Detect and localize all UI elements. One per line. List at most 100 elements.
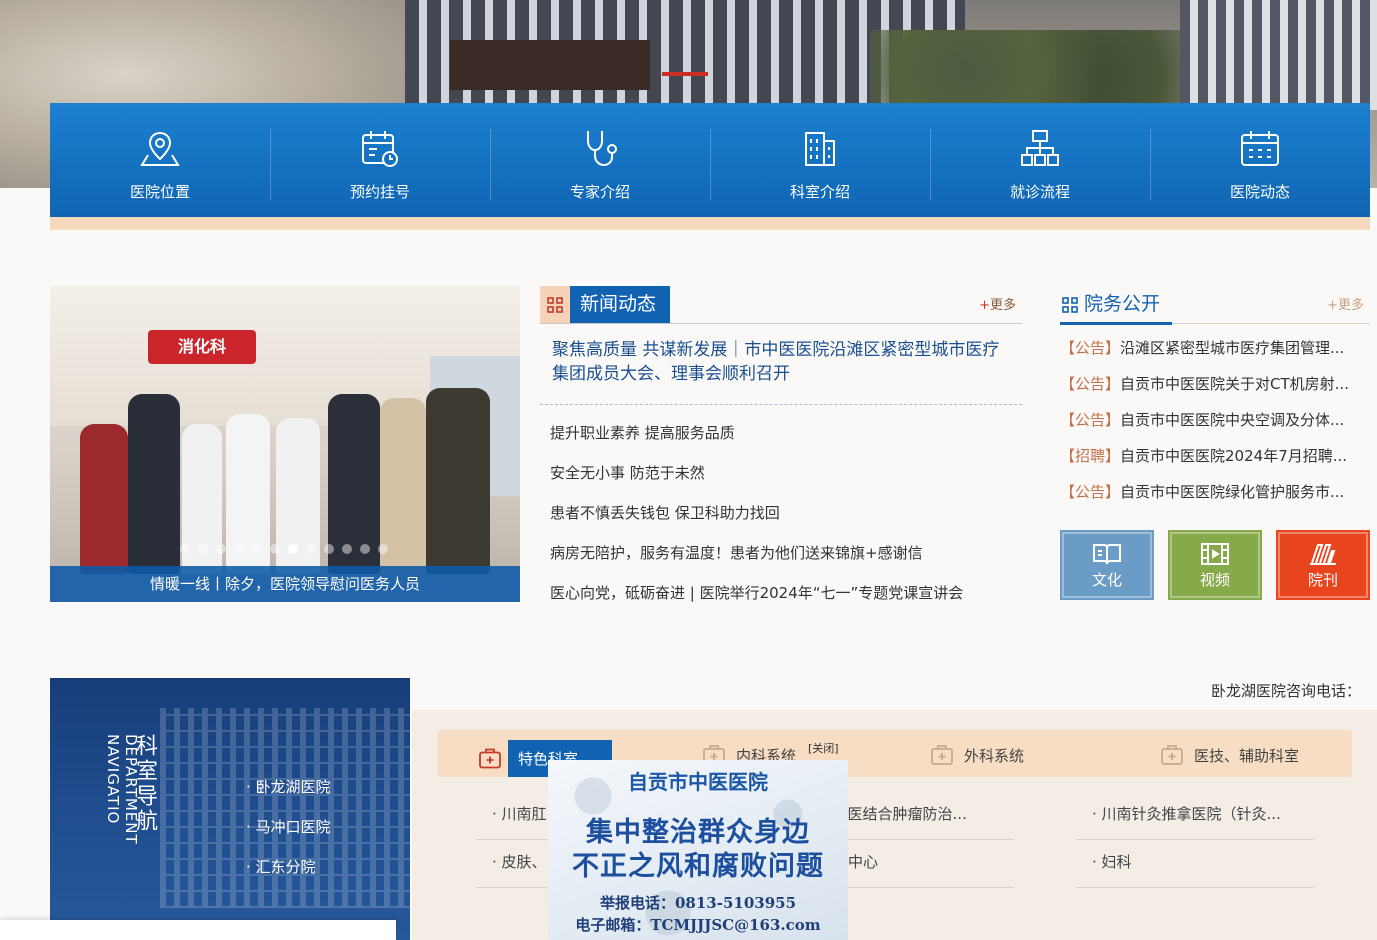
flowchart-icon <box>1021 130 1059 166</box>
tab-medical-technology[interactable]: 医技、辅助科室 <box>1160 740 1299 770</box>
notice-item[interactable]: 【公告】自贡市中医医院绿化管护服务市... <box>1060 474 1370 510</box>
quicknav-experts[interactable]: 专家介绍 <box>490 103 710 217</box>
quicknav-label: 科室介绍 <box>789 183 850 201</box>
film-icon <box>1201 542 1229 565</box>
tab-label: 医技、辅助科室 <box>1194 746 1300 765</box>
slider-caption[interactable]: 情暖一线丨除夕，医院领导慰问医务人员 <box>50 566 520 602</box>
tile-label: 文化 <box>1091 570 1122 589</box>
notice-tag: 【公告】 <box>1060 375 1121 393</box>
quicknav-label: 专家介绍 <box>569 183 630 201</box>
quicknav-hospital-location[interactable]: 医院位置 <box>50 103 270 217</box>
grid-icon <box>540 286 570 323</box>
notices-more-link[interactable]: +更多 <box>1327 294 1364 313</box>
hero-side-building <box>1180 0 1377 110</box>
notice-text: 自贡市中医医院2024年7月招聘... <box>1120 447 1348 465</box>
hero-slide-indicator[interactable] <box>662 72 708 76</box>
popup-close-button[interactable]: [关闭] <box>808 740 839 756</box>
notice-item[interactable]: 【公告】沿滩区紧密型城市医疗集团管理... <box>1060 330 1370 366</box>
slider-dot[interactable] <box>342 544 352 554</box>
quicknav-label: 就诊流程 <box>1009 183 1070 201</box>
medkit-icon <box>931 745 953 765</box>
slider-dot[interactable] <box>288 544 298 554</box>
news-divider <box>540 404 1022 405</box>
branch-item[interactable]: · 卧龙湖医院 <box>246 776 331 816</box>
department-item[interactable]: · 川南针灸推拿医院（针灸... <box>1076 792 1314 840</box>
news-more-link[interactable]: +更多 <box>979 294 1016 313</box>
tab-surgery[interactable]: 外科系统 <box>930 740 1024 770</box>
tile-label: 院刊 <box>1307 570 1338 589</box>
journal-tile[interactable]: 院刊 <box>1276 530 1370 600</box>
video-tile[interactable]: 视频 <box>1168 530 1262 600</box>
quicknav-departments[interactable]: 科室介绍 <box>710 103 930 217</box>
quicknav-hospital-news[interactable]: 医院动态 <box>1150 103 1370 217</box>
news-list: 提升职业素养 提高服务品质 安全无小事 防范于未然 患者不慎丢失钱包 保卫科助力… <box>540 413 1022 613</box>
notice-tag: 【公告】 <box>1060 483 1121 501</box>
popup-report-phone: 举报电话：0813-5103955 <box>599 894 797 912</box>
notice-item[interactable]: 【公告】自贡市中医医院关于对CT机房射... <box>1060 366 1370 402</box>
notice-tag: 【招聘】 <box>1060 447 1121 465</box>
quick-nav-accent-strip <box>50 217 1370 230</box>
news-more-plus: + <box>979 298 990 313</box>
magazine-icon <box>1310 543 1336 565</box>
slider-dot[interactable] <box>216 544 226 554</box>
popup-report-email: 电子邮箱：TCMJJJSC@163.com <box>575 916 821 934</box>
slider-dot[interactable] <box>180 544 190 554</box>
quicknav-label: 医院动态 <box>1229 183 1290 201</box>
notice-text: 自贡市中医医院关于对CT机房射... <box>1120 375 1349 393</box>
news-tab[interactable]: 新闻动态 <box>540 286 671 323</box>
slider-dot[interactable] <box>324 544 334 554</box>
slider-dot[interactable] <box>234 544 244 554</box>
branch-item[interactable]: · 汇东分院 <box>246 856 331 896</box>
slider-dot[interactable] <box>252 544 262 554</box>
tile-label: 视频 <box>1199 570 1230 589</box>
quicknav-label: 预约挂号 <box>349 183 410 201</box>
slider-photo-person <box>128 394 180 574</box>
calendar-clock-icon <box>362 131 398 167</box>
popup-hospital-name: 自贡市中医医院 <box>628 770 768 794</box>
news-item[interactable]: 医心向党，砥砺奋进 | 医院举行2024年“七一”专题党课宣讲会 <box>550 573 1022 613</box>
news-panel: 新闻动态 +更多 聚焦高质量 共谋新发展｜市中医医院沿滩区紧密型城市医疗集团成员… <box>540 286 1022 606</box>
slider-department-sign: 消化科 <box>148 330 256 364</box>
slider-dot[interactable] <box>306 544 316 554</box>
slider-dot[interactable] <box>360 544 370 554</box>
calendar-icon <box>1241 131 1279 166</box>
notice-item[interactable]: 【公告】自贡市中医医院中央空调及分体... <box>1060 402 1370 438</box>
branch-item[interactable]: · 马冲口医院 <box>246 816 331 856</box>
quicknav-visit-process[interactable]: 就诊流程 <box>930 103 1150 217</box>
hero-gate-roof <box>450 40 650 90</box>
hero-trees <box>870 30 1190 110</box>
tab-label: 外科系统 <box>964 746 1025 765</box>
news-item[interactable]: 患者不慎丢失钱包 保卫科助力找回 <box>550 493 1022 533</box>
floating-notice-popup[interactable]: 自贡市中医医院 集中整治群众身边 不正之风和腐败问题 举报电话：0813-510… <box>548 760 848 940</box>
notice-item[interactable]: 【招聘】自贡市中医医院2024年7月招聘... <box>1060 438 1370 474</box>
book-icon <box>1093 543 1121 564</box>
notice-tag: 【公告】 <box>1060 339 1121 357</box>
slider-dot[interactable] <box>198 544 208 554</box>
news-item[interactable]: 提升职业素养 提高服务品质 <box>550 413 1022 453</box>
building-icon <box>805 132 835 166</box>
news-item[interactable]: 安全无小事 防范于未然 <box>550 453 1022 493</box>
slider-photo-person <box>80 424 128 574</box>
grid-icon <box>1060 286 1080 323</box>
slider-dot[interactable] <box>378 544 388 554</box>
news-headline[interactable]: 聚焦高质量 共谋新发展｜市中医医院沿滩区紧密型城市医疗集团成员大会、理事会顺利召… <box>552 338 1012 394</box>
stethoscope-icon <box>587 131 617 167</box>
slider-dot[interactable] <box>270 544 280 554</box>
deptnav-title-en: DEPARTMENT NAVIGATIO <box>104 734 140 845</box>
notices-tab[interactable]: 院务公开 <box>1060 286 1160 323</box>
notices-title: 院务公开 <box>1084 293 1161 315</box>
slider-photo-person <box>426 388 490 574</box>
consult-phone-label: 卧龙湖医院咨询电话： <box>1210 682 1361 700</box>
news-title: 新闻动态 <box>570 286 671 323</box>
notice-text: 沿滩区紧密型城市医疗集团管理... <box>1120 339 1345 357</box>
bottom-floating-bar <box>0 920 396 940</box>
photo-slider[interactable]: 消化科 情暖一线丨除夕，医院领导慰问医务人员 <box>50 286 520 602</box>
medkit-icon <box>1161 745 1183 765</box>
department-navigation: 科室导航 DEPARTMENT NAVIGATIO · 卧龙湖医院 · 马冲口医… <box>50 678 410 940</box>
department-item[interactable]: · 妇科 <box>1076 840 1314 888</box>
quicknav-appointment[interactable]: 预约挂号 <box>270 103 490 217</box>
news-item[interactable]: 病房无陪护，服务有温度！患者为他们送来锦旗+感谢信 <box>550 533 1022 573</box>
notice-text: 自贡市中医医院中央空调及分体... <box>1120 411 1345 429</box>
location-icon <box>140 131 180 166</box>
culture-tile[interactable]: 文化 <box>1060 530 1154 600</box>
